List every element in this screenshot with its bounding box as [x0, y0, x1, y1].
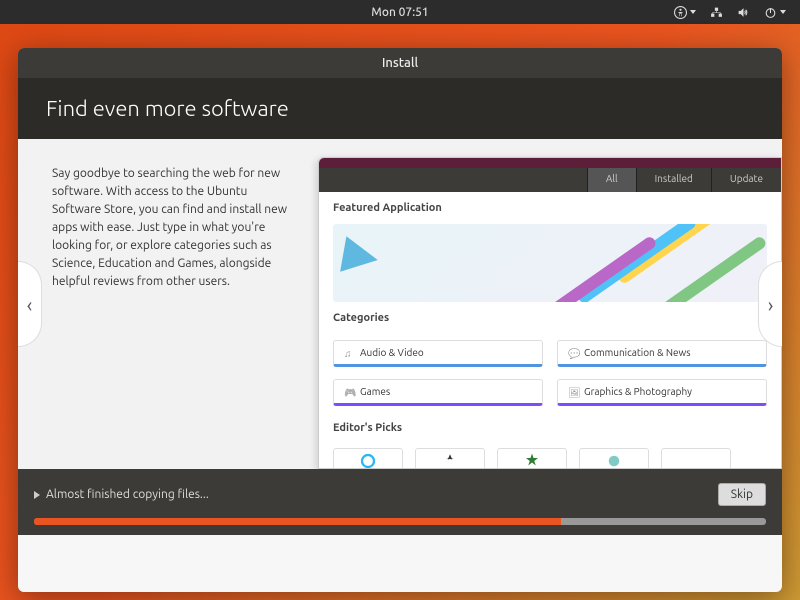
progress-fill	[34, 518, 561, 525]
expand-icon	[34, 491, 40, 499]
skip-button[interactable]: Skip	[718, 483, 766, 506]
pick-item	[497, 448, 567, 469]
category-communication: 💬Communication & News	[557, 340, 767, 367]
system-tray	[674, 6, 800, 19]
clock: Mon 07:51	[371, 6, 428, 19]
featured-banner	[333, 224, 767, 302]
installer-footer: Almost finished copying files... Skip	[18, 469, 782, 535]
network-icon[interactable]	[710, 6, 723, 19]
pick-item	[579, 448, 649, 469]
installer-window: Install Find even more software ‹ › Say …	[18, 48, 782, 592]
pick-item	[661, 448, 731, 469]
accessibility-icon[interactable]	[674, 6, 696, 19]
power-icon[interactable]	[764, 6, 786, 19]
slide-title: Find even more software	[46, 96, 289, 121]
tab-all: All	[587, 168, 636, 192]
install-status[interactable]: Almost finished copying files...	[34, 488, 209, 501]
window-title: Install	[382, 56, 418, 70]
category-graphics: 🖼Graphics & Photography	[557, 379, 767, 406]
tab-installed: Installed	[636, 168, 711, 192]
status-text: Almost finished copying files...	[46, 488, 209, 501]
software-store-mockup: All Installed Update Featured Applicatio…	[318, 157, 782, 469]
tab-updates: Update	[711, 168, 781, 192]
picks-label: Editor's Picks	[319, 412, 781, 444]
featured-label: Featured Application	[319, 192, 781, 224]
slide-header: Find even more software	[18, 78, 782, 139]
category-games: 🎮Games	[333, 379, 543, 406]
window-titlebar: Install	[18, 48, 782, 78]
pick-item	[415, 448, 485, 469]
next-slide-button[interactable]: ›	[758, 261, 782, 347]
progress-bar	[34, 518, 766, 525]
volume-icon[interactable]	[737, 6, 750, 19]
prev-slide-button[interactable]: ‹	[18, 261, 42, 347]
pick-item	[333, 448, 403, 469]
categories-label: Categories	[319, 302, 781, 334]
slide-description: Say goodbye to searching the web for new…	[18, 139, 308, 469]
category-audio: ♫Audio & Video	[333, 340, 543, 367]
store-tabs: All Installed Update	[319, 168, 781, 192]
slide-content: ‹ › Say goodbye to searching the web for…	[18, 139, 782, 469]
system-topbar: Mon 07:51	[0, 0, 800, 24]
